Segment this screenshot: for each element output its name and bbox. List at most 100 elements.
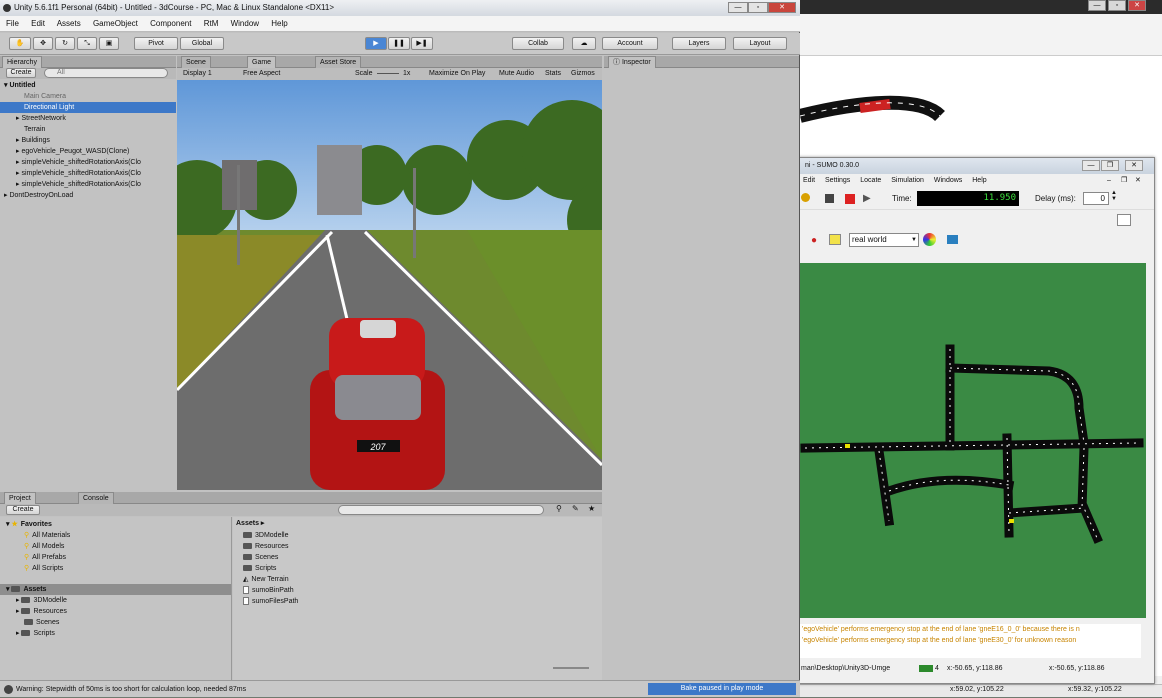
sumo-child-minimize-icon[interactable]: –	[1107, 174, 1111, 188]
bg-close-button[interactable]: ✕	[1128, 0, 1146, 11]
account-dropdown[interactable]: Account	[602, 37, 658, 50]
sumo-network-view[interactable]	[799, 263, 1146, 618]
menu-component[interactable]: Component	[150, 19, 191, 28]
sumo-close-button[interactable]: ✕	[1125, 160, 1143, 171]
layers-dropdown[interactable]: Layers	[672, 37, 726, 50]
tab-project[interactable]: Project	[4, 492, 36, 504]
menu-rtm[interactable]: RtM	[204, 19, 219, 28]
favorite-item[interactable]: ⚲ All Scripts	[24, 563, 63, 574]
sumo-menu-edit[interactable]: Edit	[803, 177, 815, 184]
favorite-icon[interactable]: ★	[588, 504, 595, 513]
hierarchy-item-selected[interactable]: Directional Light	[0, 102, 176, 113]
unity-maximize-button[interactable]: ▫	[748, 2, 768, 13]
maximize-on-play-button[interactable]: Maximize On Play	[429, 68, 485, 80]
dont-destroy-row[interactable]: ▸ DontDestroyOnLoad	[4, 190, 73, 201]
asset-folder[interactable]: Scenes	[243, 552, 278, 563]
tab-inspector[interactable]: ⓘ Inspector	[608, 56, 656, 68]
hierarchy-search-input[interactable]: All	[44, 68, 168, 78]
project-search-input[interactable]	[338, 505, 544, 515]
tab-game[interactable]: Game	[247, 56, 277, 68]
open-icon[interactable]	[801, 193, 810, 202]
hierarchy-item[interactable]: ▸ simpleVehicle_shiftedRotationAxis(Clo	[16, 157, 141, 168]
aspect-dropdown[interactable]: Free Aspect	[243, 68, 280, 80]
rect-tool-icon[interactable]: ▣	[99, 37, 119, 50]
favorite-item[interactable]: ⚲ All Models	[24, 541, 64, 552]
tree-folder[interactable]: ▸ 3DModelle	[16, 595, 67, 606]
hierarchy-create-button[interactable]: Create	[6, 68, 36, 78]
gizmos-button[interactable]: Gizmos	[571, 68, 595, 80]
asset-folder[interactable]: Resources	[243, 541, 288, 552]
collab-button[interactable]: Collab	[512, 37, 564, 50]
tab-scene[interactable]: Scene	[181, 56, 211, 68]
tab-console[interactable]: Console	[78, 492, 114, 504]
menu-gameobject[interactable]: GameObject	[93, 19, 138, 28]
display-dropdown[interactable]: Display 1	[183, 68, 212, 80]
tree-folder[interactable]: ▸ Resources	[16, 606, 67, 617]
menu-edit[interactable]: Edit	[31, 19, 45, 28]
hierarchy-item[interactable]: ▸ StreetNetwork	[16, 113, 66, 124]
unity-minimize-button[interactable]: —	[728, 2, 748, 13]
project-create-button[interactable]: Create	[6, 505, 40, 515]
move-tool-icon[interactable]: ✥	[33, 37, 53, 50]
asset-file[interactable]: sumoFilesPath	[243, 596, 298, 607]
filter-icon[interactable]: ⚲	[556, 504, 562, 513]
screenshot-icon[interactable]	[947, 235, 958, 244]
favorite-item[interactable]: ⚲ All Prefabs	[24, 552, 66, 563]
sumo-menu-settings[interactable]: Settings	[825, 177, 850, 184]
pivot-button[interactable]: Pivot	[134, 37, 178, 50]
label-icon[interactable]: ✎	[572, 504, 579, 513]
favorites-row[interactable]: ▾ ★ Favorites	[6, 519, 52, 530]
tooltip-icon[interactable]	[829, 234, 841, 245]
hierarchy-item[interactable]: ▸ simpleVehicle_shiftedRotationAxis(Clo	[16, 168, 141, 179]
bg-maximize-button[interactable]: ▫	[1108, 0, 1126, 11]
favorite-item[interactable]: ⚲ All Materials	[24, 530, 70, 541]
scale-slider[interactable]	[377, 73, 399, 74]
asset-folder[interactable]: 3DModelle	[243, 530, 288, 541]
pause-icon[interactable]: ❚❚	[388, 37, 410, 50]
tree-folder[interactable]: Scenes	[24, 617, 59, 628]
stop-icon[interactable]	[825, 194, 834, 203]
menu-assets[interactable]: Assets	[57, 19, 81, 28]
menu-window[interactable]: Window	[231, 19, 259, 28]
sumo-menu-windows[interactable]: Windows	[934, 177, 962, 184]
bg-minimize-button[interactable]: —	[1088, 0, 1106, 11]
icon-size-slider[interactable]	[553, 667, 589, 669]
step-icon[interactable]: ▶	[863, 193, 871, 204]
locate-icon[interactable]: ●	[811, 235, 817, 246]
color-wheel-icon[interactable]	[923, 233, 936, 246]
sumo-menu-simulation[interactable]: Simulation	[891, 177, 924, 184]
menu-file[interactable]: File	[6, 19, 19, 28]
record-icon[interactable]	[845, 194, 855, 204]
unity-close-button[interactable]: ✕	[768, 2, 796, 13]
cloud-icon[interactable]: ☁	[572, 37, 596, 50]
hierarchy-item[interactable]: Main Camera	[24, 91, 66, 102]
console-warning[interactable]: Warning: Stepwidth of 50ms is too short …	[16, 681, 246, 698]
hierarchy-item[interactable]: ▸ Buildings	[16, 135, 50, 146]
asset-folder[interactable]: Scripts	[243, 563, 276, 574]
hierarchy-item[interactable]: ▸ egoVehicle_Peugot_WASD(Clone)	[16, 146, 129, 157]
layout-dropdown[interactable]: Layout	[733, 37, 787, 50]
sumo-minimize-button[interactable]: —	[1082, 160, 1100, 171]
assets-root-row[interactable]: ▾ Assets	[0, 584, 231, 595]
sumo-menu-help[interactable]: Help	[972, 177, 986, 184]
menu-help[interactable]: Help	[271, 19, 287, 28]
delay-input[interactable]: 0	[1083, 192, 1109, 205]
rotate-tool-icon[interactable]: ↻	[55, 37, 75, 50]
step-icon[interactable]: ▶❚	[411, 37, 433, 50]
mute-audio-button[interactable]: Mute Audio	[499, 68, 534, 80]
sumo-child-close-icon[interactable]: ✕	[1135, 174, 1141, 188]
tree-folder[interactable]: ▸ Scripts	[16, 628, 55, 639]
scheme-select[interactable]: real world ▼	[849, 233, 919, 247]
hierarchy-item[interactable]: Terrain	[24, 124, 45, 135]
asset-terrain[interactable]: ◭ New Terrain	[243, 574, 289, 585]
sumo-menu-locate[interactable]: Locate	[860, 177, 881, 184]
hierarchy-item[interactable]: ▸ simpleVehicle_shiftedRotationAxis(Clo	[16, 179, 141, 190]
global-button[interactable]: Global	[180, 37, 224, 50]
tab-asset-store[interactable]: Asset Store	[315, 56, 362, 68]
asset-file[interactable]: sumoBinPath	[243, 585, 294, 596]
play-icon[interactable]: ▶	[365, 37, 387, 50]
game-view[interactable]: 207	[177, 80, 602, 490]
hand-tool-icon[interactable]: ✋	[9, 37, 31, 50]
sumo-child-restore-icon[interactable]: ❐	[1121, 174, 1127, 188]
scale-tool-icon[interactable]: ⤡	[77, 37, 97, 50]
